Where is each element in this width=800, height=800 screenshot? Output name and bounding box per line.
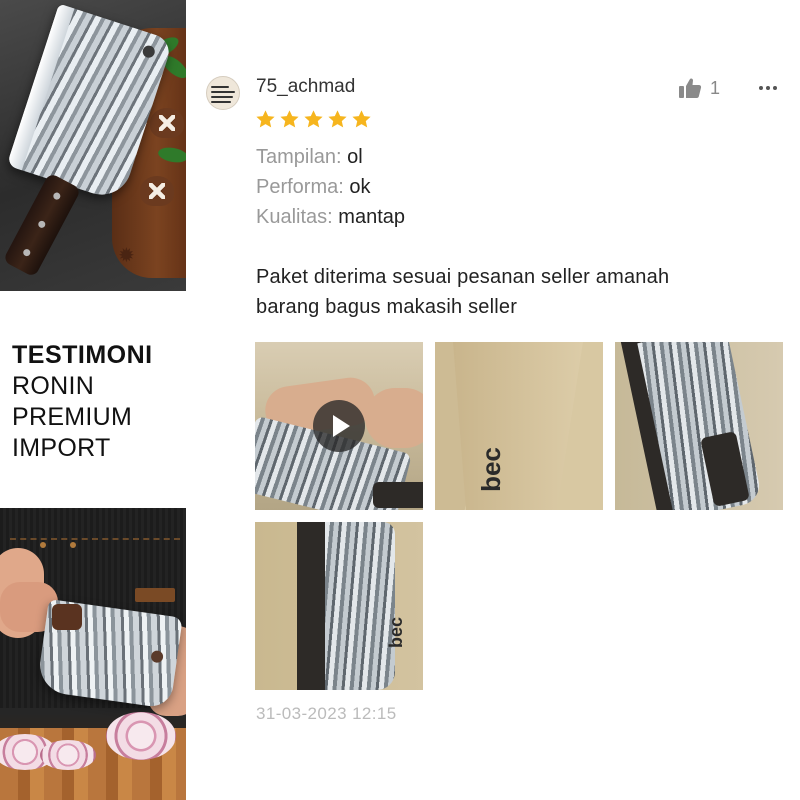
review-comment: Paket diterima sesuai pesanan seller ama… xyxy=(256,262,776,322)
attribute-label: Performa: xyxy=(256,176,344,198)
brand-logo: bec xyxy=(386,616,407,649)
attribute-row-performa: Performa: ok xyxy=(256,176,371,199)
promo-line: RONIN xyxy=(12,372,95,400)
review-timestamp: 31-03-2023 12:15 xyxy=(256,704,397,723)
promo-column: ✹ TESTIMONI RONIN PREMIUM IMPORT xyxy=(0,0,186,800)
star-icon xyxy=(352,110,371,128)
cleaver-handle xyxy=(52,604,82,630)
comment-line: barang bagus makasih seller xyxy=(256,296,518,318)
avatar[interactable] xyxy=(206,76,240,110)
promo-heading: TESTIMONI RONIN PREMIUM IMPORT xyxy=(12,340,182,464)
cleaver-handle xyxy=(2,172,82,278)
cleaver-handle xyxy=(373,482,423,508)
more-options-icon[interactable] xyxy=(759,80,781,96)
review-photo-thumbnail[interactable]: bec xyxy=(255,522,423,690)
play-icon[interactable] xyxy=(313,400,365,452)
star-icon xyxy=(304,110,323,128)
star-icon xyxy=(328,110,347,128)
attribute-value: mantap xyxy=(338,206,405,228)
star-icon xyxy=(280,110,299,128)
like-count: 1 xyxy=(710,77,721,98)
thumbs-up-icon xyxy=(679,78,702,98)
attribute-value: ol xyxy=(347,146,363,168)
onion-half xyxy=(106,712,176,760)
like-button[interactable]: 1 xyxy=(678,76,720,100)
attribute-row-kualitas: Kualitas: mantap xyxy=(256,206,405,229)
apron-tag xyxy=(135,588,175,602)
attribute-label: Kualitas: xyxy=(256,206,333,228)
promo-photo-cleaver-board: ✹ xyxy=(0,0,186,291)
brand-logo: bec xyxy=(475,447,506,492)
star-anise-icon: ✹ xyxy=(118,245,135,267)
promo-line: PREMIUM xyxy=(12,403,133,431)
cleaver-blade xyxy=(325,522,395,690)
comment-line: Paket diterima sesuai pesanan seller ama… xyxy=(256,266,670,288)
promo-line: IMPORT xyxy=(12,434,111,462)
blade-spine xyxy=(297,522,325,690)
review-card: 75_achmad 1 Tampilan: ol Performa: ok Ku… xyxy=(186,0,800,800)
reviewer-username[interactable]: 75_achmad xyxy=(256,76,355,98)
promo-title: TESTIMONI xyxy=(12,341,153,369)
star-rating xyxy=(255,109,372,130)
star-icon xyxy=(256,110,275,128)
hand xyxy=(365,388,423,448)
mushroom xyxy=(140,176,174,206)
onion-slice xyxy=(40,740,96,770)
mushroom xyxy=(150,108,184,138)
attribute-row-tampilan: Tampilan: ol xyxy=(256,146,363,169)
review-photo-thumbnail[interactable] xyxy=(615,342,783,510)
review-video-thumbnail[interactable] xyxy=(255,342,423,510)
promo-photo-chef-cleaver xyxy=(0,508,186,800)
attribute-value: ok xyxy=(349,176,371,198)
box xyxy=(453,342,583,510)
review-photo-thumbnail[interactable]: bec xyxy=(435,342,603,510)
attribute-label: Tampilan: xyxy=(256,146,342,168)
